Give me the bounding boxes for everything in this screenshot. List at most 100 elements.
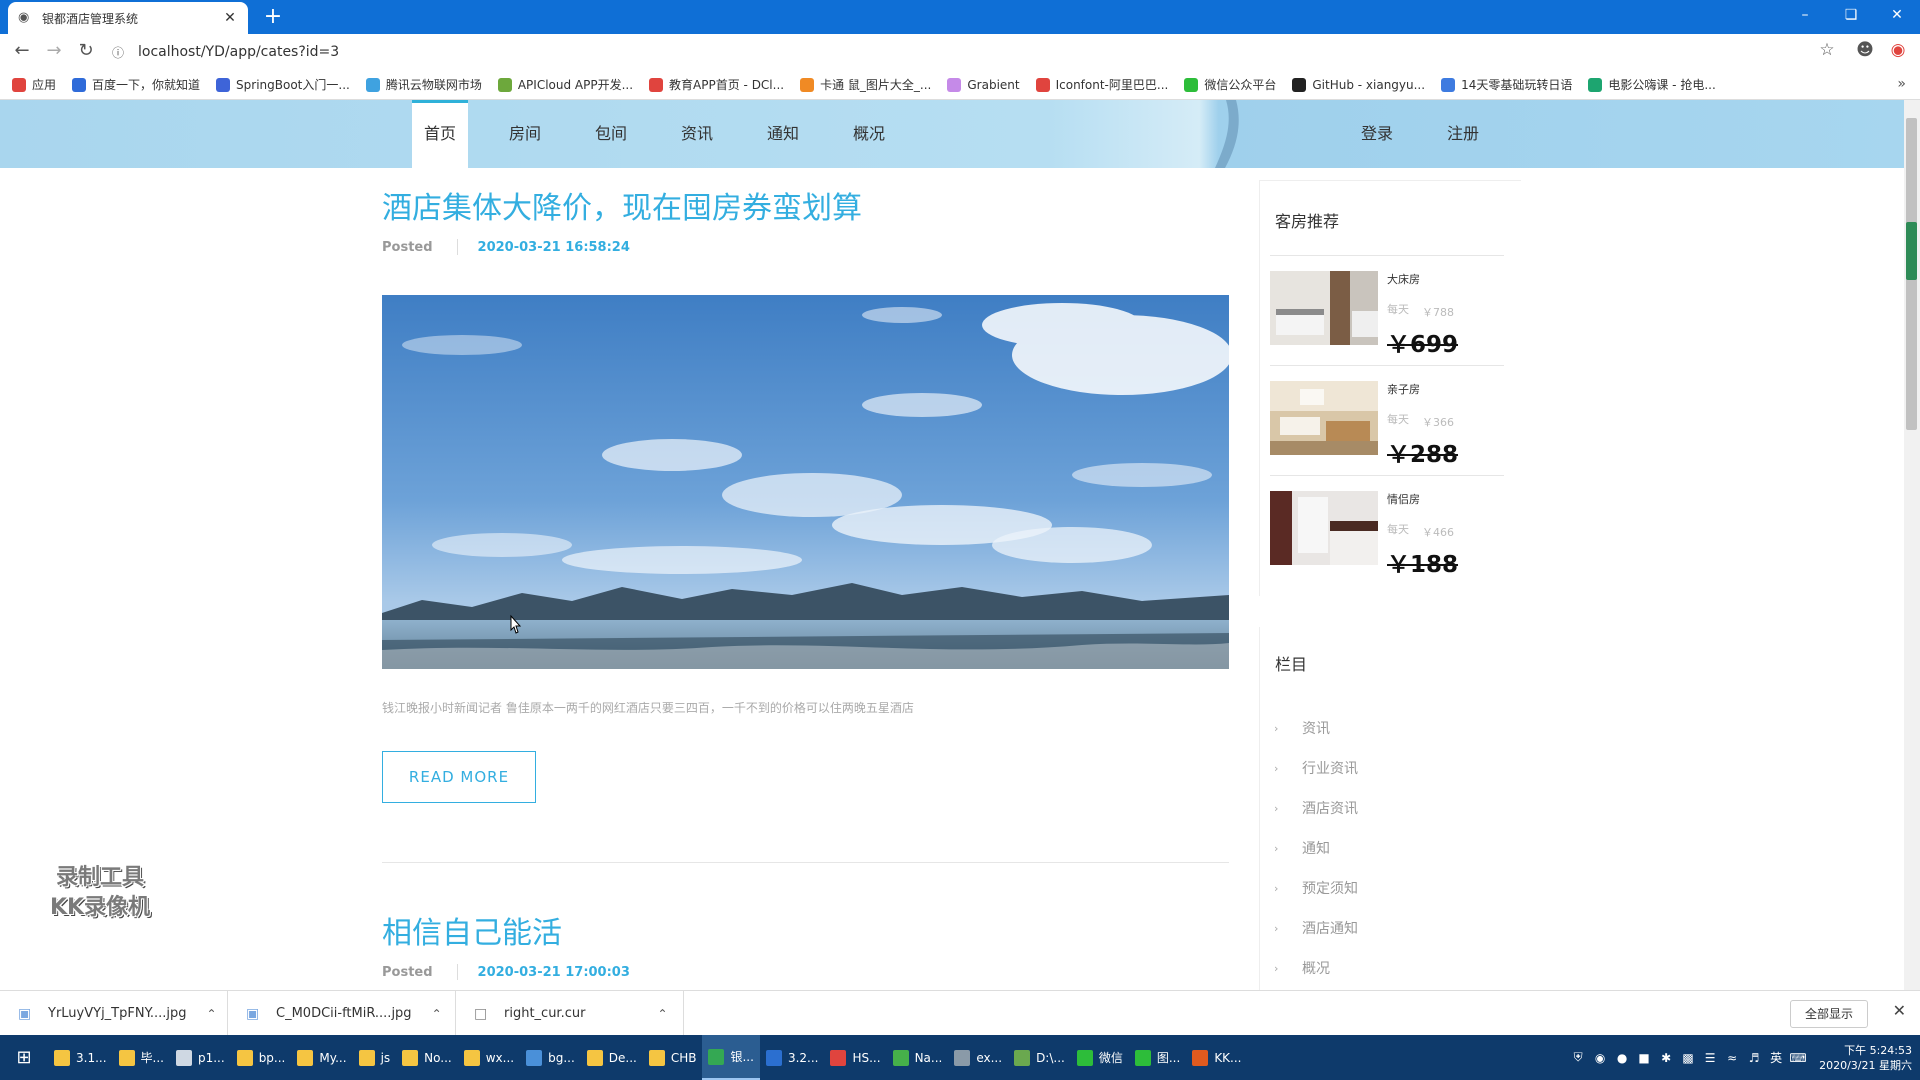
bookmark-item[interactable]: SpringBoot入门一... (216, 76, 350, 93)
forward-icon[interactable]: → (39, 40, 69, 61)
room-name[interactable]: 大床房 (1387, 271, 1420, 287)
category-item[interactable]: › 行业资讯 (1274, 758, 1358, 778)
nav-news[interactable]: 资讯 (670, 100, 724, 168)
taskbar-app[interactable]: ex... (948, 1035, 1008, 1080)
bookmarks-overflow-icon[interactable]: » (1897, 76, 1906, 92)
shield-icon[interactable]: ⛨ (1567, 1050, 1589, 1065)
bookmark-item[interactable]: 百度一下，你就知道 (72, 76, 200, 93)
nav-overview[interactable]: 概况 (842, 100, 896, 168)
minimize-icon[interactable]: – (1782, 0, 1828, 30)
post-title[interactable]: 相信自己能活 (382, 908, 562, 952)
taskbar-app[interactable]: 微信 (1071, 1035, 1129, 1080)
ime-indicator[interactable]: 英 (1765, 1049, 1787, 1066)
room-card[interactable]: 亲子房 每天 ￥366 ￥288 (1270, 381, 1504, 468)
close-tab-icon[interactable]: ✕ (222, 10, 238, 26)
usb-icon[interactable]: ▩ (1677, 1051, 1699, 1065)
taskbar-app[interactable]: 3.1... (48, 1035, 113, 1080)
room-name[interactable]: 亲子房 (1387, 381, 1420, 397)
bookmark-item[interactable]: 腾讯云物联网市场 (365, 76, 482, 93)
nvidia-icon[interactable]: ■ (1633, 1051, 1655, 1065)
windows-start-icon[interactable]: ⊞ (0, 1047, 48, 1068)
app-tray-icon[interactable]: ◉ (1589, 1051, 1611, 1065)
taskbar-app[interactable]: D:\... (1008, 1035, 1071, 1080)
bookmark-item[interactable]: 14天零基础玩转日语 (1441, 76, 1572, 93)
bookmark-item[interactable]: 卡通 鼠_图片大全_... (800, 76, 931, 93)
taskbar-app[interactable]: p1... (170, 1035, 231, 1080)
taskbar-app[interactable]: De... (581, 1035, 643, 1080)
download-filename: C_M0DCii-ftMiR....jpg (276, 1006, 412, 1021)
bookmark-item[interactable]: Iconfont-阿里巴巴... (1035, 76, 1168, 93)
taskbar-app[interactable]: 银... (702, 1035, 760, 1080)
download-item[interactable]: □ right_cur.cur ⌃ (456, 991, 684, 1036)
nav-private-rooms[interactable]: 包间 (584, 100, 638, 168)
chevron-up-icon[interactable]: ⌃ (432, 1007, 442, 1021)
login-link[interactable]: 登录 (1350, 100, 1404, 168)
nav-rooms[interactable]: 房间 (498, 100, 552, 168)
post-title[interactable]: 酒店集体大降价，现在囤房券蛮划算 (382, 183, 862, 227)
back-icon[interactable]: ← (7, 40, 37, 61)
taskbar-app[interactable]: bg... (520, 1035, 581, 1080)
network-icon[interactable]: ☰ (1699, 1051, 1721, 1065)
category-item[interactable]: › 酒店通知 (1274, 918, 1358, 938)
close-window-icon[interactable]: ✕ (1874, 0, 1920, 30)
read-more-button[interactable]: READ MORE (382, 751, 536, 803)
bookmark-item[interactable]: APICloud APP开发... (497, 76, 633, 93)
taskbar-app[interactable]: wx... (458, 1035, 520, 1080)
taskbar-app[interactable]: Na... (887, 1035, 949, 1080)
info-icon[interactable]: ⓘ (112, 44, 130, 61)
taskbar-app[interactable]: 毕... (113, 1035, 170, 1080)
bookmark-item[interactable]: GitHub - xiangyu... (1292, 77, 1425, 92)
extension-icon[interactable]: ◉ (1886, 40, 1910, 60)
close-icon[interactable]: ✕ (1893, 1001, 1906, 1020)
reload-icon[interactable]: ↻ (71, 40, 101, 61)
taskbar-app[interactable]: 图... (1129, 1035, 1186, 1080)
room-thumbnail[interactable] (1270, 381, 1378, 455)
taskbar-app[interactable]: HS... (824, 1035, 886, 1080)
category-item[interactable]: › 预定须知 (1274, 878, 1358, 898)
bluetooth-icon[interactable]: ✱ (1655, 1051, 1677, 1065)
bookmark-item[interactable]: Grabient (947, 77, 1020, 92)
category-item[interactable]: › 通知 (1274, 838, 1330, 858)
download-item[interactable]: ▣ YrLuyVYj_TpFNY....jpg ⌃ (0, 991, 228, 1036)
bookmark-item[interactable]: 微信公众平台 (1184, 76, 1276, 93)
profile-icon[interactable]: ☻ (1853, 40, 1877, 60)
wechat-tray-icon[interactable]: ● (1611, 1051, 1633, 1065)
nav-notices[interactable]: 通知 (756, 100, 810, 168)
taskbar-app[interactable]: bp... (231, 1035, 292, 1080)
category-item[interactable]: › 概况 (1274, 958, 1330, 978)
bookmark-item[interactable]: 电影公嗨课 - 抢电... (1588, 76, 1716, 93)
register-link[interactable]: 注册 (1436, 100, 1490, 168)
volume-icon[interactable]: ♬ (1743, 1051, 1765, 1065)
room-thumbnail[interactable] (1270, 271, 1378, 345)
taskbar-app[interactable]: No... (396, 1035, 458, 1080)
category-item[interactable]: › 酒店资讯 (1274, 798, 1358, 818)
room-card[interactable]: 大床房 每天 ￥788 ￥699 (1270, 271, 1504, 358)
room-card[interactable]: 情侣房 每天 ￥466 ￥188 (1270, 491, 1504, 578)
taskbar-app[interactable]: js (353, 1035, 397, 1080)
bookmark-item[interactable]: 应用 (12, 76, 56, 93)
address-bar[interactable]: ⓘ localhost/YD/app/cates?id=3 (112, 39, 1802, 65)
bookmark-star-icon[interactable]: ☆ (1815, 40, 1839, 60)
taskbar-app[interactable]: KK... (1186, 1035, 1247, 1080)
bookmarks-bar: 应用 百度一下，你就知道 SpringBoot入门一... 腾讯云物联网市场 APICl… (0, 70, 1920, 100)
restore-icon[interactable]: ❏ (1828, 0, 1874, 30)
new-tab-button[interactable]: + (260, 4, 286, 30)
taskbar-app[interactable]: CHB (643, 1035, 703, 1080)
nav-home[interactable]: 首页 (412, 100, 468, 168)
show-all-button[interactable]: 全部显示 (1789, 1000, 1868, 1028)
category-item[interactable]: › 资讯 (1274, 718, 1330, 738)
room-name[interactable]: 情侣房 (1387, 491, 1420, 507)
app-icon (297, 1049, 314, 1066)
taskbar-app[interactable]: 3.2... (760, 1035, 825, 1080)
chevron-up-icon[interactable]: ⌃ (207, 1007, 217, 1021)
bookmark-item[interactable]: 教育APP首页 - DCl... (649, 76, 784, 93)
browser-tab[interactable]: ◉ 银都酒店管理系统 ✕ (8, 2, 248, 34)
download-item[interactable]: ▣ C_M0DCii-ftMiR....jpg ⌃ (228, 991, 456, 1036)
chevron-up-icon[interactable]: ⌃ (657, 1007, 667, 1021)
taskbar-app[interactable]: My... (291, 1035, 352, 1080)
clock[interactable]: 下午 5:24:53 2020/3/21 星期六 (1819, 1043, 1912, 1073)
wifi-icon[interactable]: ≈ (1721, 1051, 1743, 1065)
keyboard-icon[interactable]: ⌨ (1787, 1051, 1809, 1065)
post-image[interactable] (382, 295, 1229, 669)
room-thumbnail[interactable] (1270, 491, 1378, 565)
